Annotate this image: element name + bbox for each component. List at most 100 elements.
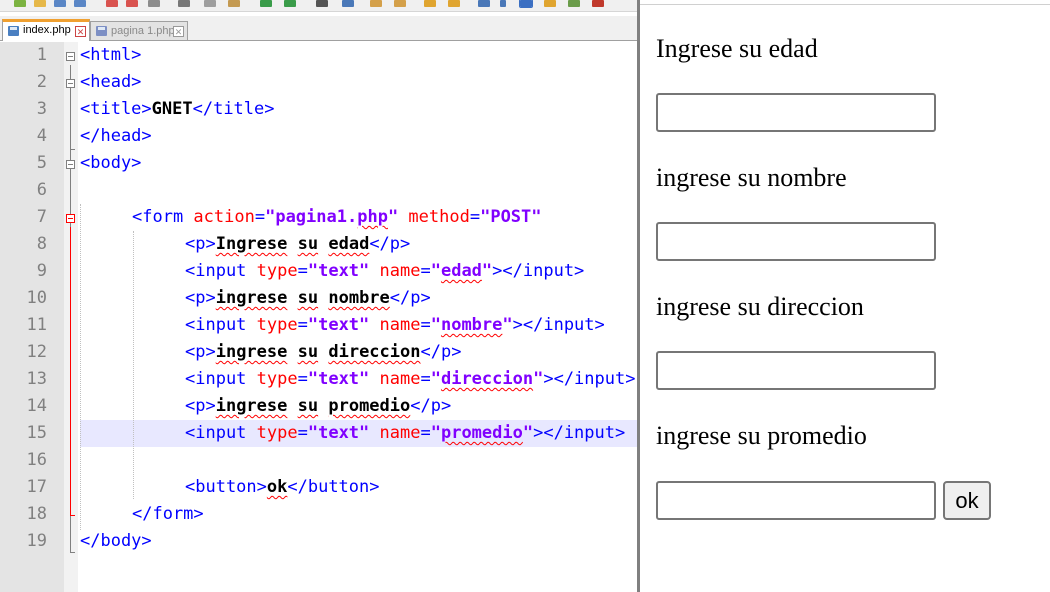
open-file-icon[interactable] — [34, 0, 46, 7]
code-token-value: direccion — [440, 369, 534, 389]
code-line-3[interactable]: <title>GNET</title> — [80, 96, 275, 123]
code-line-8[interactable]: <p>Ingrese su edad</p> — [185, 231, 410, 258]
indent-guide — [133, 231, 134, 499]
show-symbols-icon[interactable] — [500, 0, 506, 7]
code-token-value: " — [481, 261, 493, 281]
tab-pagina-1-php[interactable]: pagina 1.php ✕ — [90, 21, 188, 40]
code-token-attribute: name — [369, 261, 421, 281]
code-line-9[interactable]: <input type="text" name="edad"></input> — [185, 258, 584, 285]
code-token-tag: </p> — [420, 342, 462, 362]
fold-toggle-icon[interactable] — [66, 79, 75, 88]
code-token-attribute: type — [246, 261, 298, 281]
code-token-value: "text" — [307, 261, 370, 281]
code-token-value: promedio — [440, 423, 523, 443]
code-token-value: "text" — [307, 369, 370, 389]
line-number: 13 — [26, 369, 47, 389]
code-token-attribute: name — [369, 315, 421, 335]
direccion-input[interactable] — [656, 351, 936, 390]
code-token-tag: <head> — [80, 72, 142, 92]
undo-icon[interactable] — [260, 0, 272, 7]
code-token-text: su — [297, 288, 319, 308]
sync-horizontal-icon[interactable] — [448, 0, 460, 7]
indent-guide-icon[interactable] — [519, 0, 533, 8]
record-macro-icon[interactable] — [592, 0, 604, 7]
browser-top-edge — [640, 0, 1050, 5]
fold-end-marker — [70, 552, 75, 553]
promedio-input[interactable] — [656, 481, 936, 520]
replace-icon[interactable] — [342, 0, 354, 7]
code-token-text: edad — [328, 234, 370, 254]
tab-index-php[interactable]: index.php ✕ — [2, 19, 90, 41]
indent-guide — [80, 204, 81, 530]
code-token-tag: <title> — [80, 99, 152, 119]
code-token-text: ingrese — [215, 396, 288, 416]
code-token-tag: </title> — [192, 99, 275, 119]
ok-button[interactable]: ok — [943, 481, 991, 520]
print-icon[interactable] — [148, 0, 160, 7]
code-line-13[interactable]: <input type="text" name="direccion"></in… — [185, 366, 635, 393]
code-line-18[interactable]: </form> — [132, 501, 204, 528]
paste-icon[interactable] — [228, 0, 240, 7]
code-token-text: direccion — [328, 342, 421, 362]
code-token-value: " — [522, 423, 534, 443]
copy-icon[interactable] — [204, 0, 216, 7]
code-line-7[interactable]: <form action="pagina1.php" method="POST" — [132, 204, 542, 231]
save-all-icon[interactable] — [74, 0, 86, 7]
save-icon[interactable] — [54, 0, 66, 7]
line-number: 10 — [26, 288, 47, 308]
close-file-icon[interactable] — [106, 0, 118, 7]
code-line-15[interactable]: <input type="text" name="promedio"></inp… — [185, 420, 625, 447]
fold-margin — [64, 42, 78, 592]
line-number: 16 — [26, 450, 47, 470]
nombre-input[interactable] — [656, 222, 936, 261]
code-token-tag: <p> — [185, 288, 216, 308]
fold-toggle-icon[interactable] — [66, 160, 75, 169]
saved-file-icon — [96, 26, 107, 36]
code-token-attribute: name — [369, 369, 421, 389]
find-icon[interactable] — [316, 0, 328, 7]
code-token-attribute: method — [398, 207, 470, 227]
code-token-operator: = — [297, 315, 308, 335]
code-token-operator: = — [420, 369, 431, 389]
code-line-2[interactable]: <head> — [80, 69, 141, 96]
fold-toggle-icon[interactable] — [66, 52, 75, 61]
code-token-attribute: type — [246, 315, 298, 335]
code-line-5[interactable]: <body> — [80, 150, 141, 177]
code-token-value: " — [533, 369, 544, 389]
code-token-value: php — [357, 207, 388, 227]
code-line-14[interactable]: <p>ingrese su promedio</p> — [185, 393, 451, 420]
close-all-icon[interactable] — [126, 0, 138, 7]
code-token-tag: </form> — [132, 504, 204, 524]
tab-label: pagina 1.php — [111, 25, 175, 37]
zoom-in-icon[interactable] — [370, 0, 382, 7]
cut-icon[interactable] — [178, 0, 190, 7]
zoom-out-icon[interactable] — [394, 0, 406, 7]
sync-scroll-icon[interactable] — [424, 0, 436, 7]
code-line-19[interactable]: </body> — [80, 528, 152, 555]
code-token-value: " — [502, 315, 513, 335]
code-token-text: nombre — [328, 288, 390, 308]
code-line-10[interactable]: <p>ingrese su nombre</p> — [185, 285, 431, 312]
udl-icon[interactable] — [544, 0, 556, 7]
code-token-text: promedio — [328, 396, 411, 416]
edad-input[interactable] — [656, 93, 936, 132]
new-file-icon[interactable] — [14, 0, 26, 7]
code-line-11[interactable]: <input type="text" name="nombre"></input… — [185, 312, 605, 339]
code-line-1[interactable]: <html> — [80, 42, 141, 69]
code-line-4[interactable]: </head> — [80, 123, 152, 150]
code-line-17[interactable]: <button>ok</button> — [185, 474, 380, 501]
label-promedio: ingrese su promedio — [656, 421, 867, 450]
line-number: 14 — [26, 396, 47, 416]
code-token-operator: = — [297, 369, 308, 389]
code-token-operator: = — [297, 423, 308, 443]
close-tab-icon[interactable]: ✕ — [75, 26, 86, 37]
word-wrap-icon[interactable] — [478, 0, 490, 7]
browser-preview: Ingrese su edad ingrese su nombre ingres… — [640, 0, 1050, 592]
redo-icon[interactable] — [284, 0, 296, 7]
code-line-12[interactable]: <p>ingrese su direccion</p> — [185, 339, 461, 366]
close-tab-icon[interactable]: ✕ — [173, 26, 184, 37]
code-token-tag: <input — [185, 423, 247, 443]
fold-toggle-icon[interactable] — [66, 214, 75, 223]
doc-map-icon[interactable] — [568, 0, 580, 7]
saved-file-icon — [8, 26, 19, 36]
